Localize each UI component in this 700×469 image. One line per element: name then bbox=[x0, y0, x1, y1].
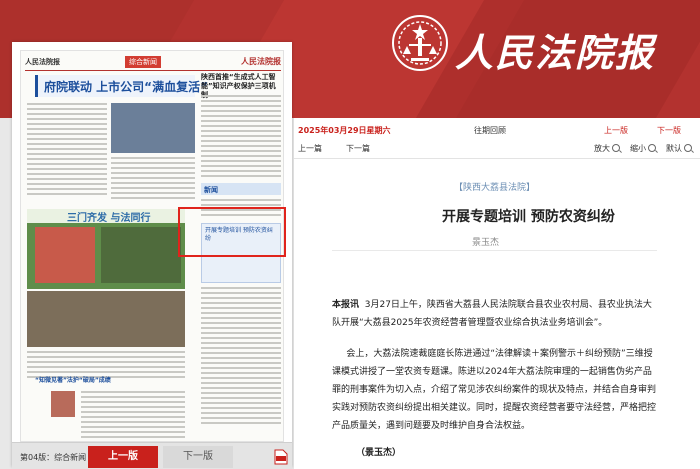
article-paragraph-text: 会上，大荔法院速裁庭庭长陈进通过“法律解读＋案例警示＋纠纷预防”三维授课模式讲授… bbox=[332, 349, 657, 431]
article-signature: （景玉杰） bbox=[356, 448, 402, 458]
issue-date: 2025年03月29日星期六 bbox=[298, 126, 391, 135]
section-title[interactable]: 三门齐发 与法同行 bbox=[27, 209, 185, 224]
text-block bbox=[27, 103, 107, 198]
edition-label[interactable]: 第04版：综合新闻 bbox=[20, 452, 86, 463]
article-paragraph: 本报讯 3月27日上午，陕西省大荔县人民法院联合县农业农村局、县农业执法大队开展… bbox=[332, 296, 657, 332]
default-size-button[interactable]: 默认 bbox=[666, 143, 692, 154]
article-title: 开展专题培训 预防农资纠纷 bbox=[442, 209, 615, 225]
bottom-headline[interactable]: “知微见著”法护“破局”成绩 bbox=[35, 375, 111, 384]
news-photo[interactable] bbox=[111, 103, 195, 153]
prev-edition-link[interactable]: 上一版 bbox=[604, 125, 628, 136]
zoom-out-button[interactable]: 缩小 bbox=[630, 143, 656, 154]
page-headline[interactable]: 府院联动 上市公司“满血复活” bbox=[35, 75, 208, 97]
page-navigation-bar: 第04版：综合新闻 上一版 下一版 bbox=[12, 442, 292, 469]
column-tag: 【陕西大荔县法院】 bbox=[454, 183, 536, 193]
prev-article-link[interactable]: 上一篇 bbox=[298, 143, 322, 154]
title-divider bbox=[332, 250, 657, 251]
masthead-rule bbox=[25, 70, 281, 71]
prev-edition-button[interactable]: 上一版 bbox=[88, 446, 158, 468]
zoom-in-button[interactable]: 放大 bbox=[594, 143, 620, 154]
zoom-out-label: 缩小 bbox=[630, 144, 646, 153]
default-size-label: 默认 bbox=[666, 144, 682, 153]
court-emblem-icon bbox=[392, 15, 448, 71]
brand-logo[interactable]: 人民法院报 bbox=[455, 22, 655, 77]
zoom-in-icon bbox=[612, 144, 620, 152]
article-panel: 2025年03月29日星期六 往期回顾 上一版 下一版 上一篇 下一篇 放大 缩… bbox=[294, 118, 700, 469]
zoom-in-label: 放大 bbox=[594, 144, 610, 153]
article-author: 景玉杰 bbox=[472, 238, 500, 248]
next-edition-button[interactable]: 下一版 bbox=[163, 446, 233, 468]
masthead-left: 人民法院报 bbox=[25, 58, 60, 66]
masthead-right: 人民法院报 bbox=[241, 56, 281, 66]
pdf-icon[interactable] bbox=[274, 449, 288, 465]
text-block bbox=[111, 157, 195, 202]
selected-article-highlight[interactable] bbox=[178, 207, 286, 257]
toolbar-divider bbox=[294, 158, 700, 159]
portrait-photo[interactable] bbox=[51, 391, 75, 417]
default-size-icon bbox=[684, 144, 692, 152]
article-paragraph-text: 3月27日上午，陕西省大荔县人民法院联合县农业农村局、县农业执法大队开展“大荔县… bbox=[332, 300, 652, 328]
news-photo[interactable] bbox=[101, 227, 181, 283]
news-photo[interactable] bbox=[27, 291, 185, 347]
news-photo[interactable] bbox=[35, 227, 95, 283]
next-edition-link[interactable]: 下一版 bbox=[657, 125, 681, 136]
article-paragraph: 会上，大荔法院速裁庭庭长陈进通过“法律解读＋案例警示＋纠纷预防”三维授课模式讲授… bbox=[332, 345, 657, 435]
masthead-section: 综合新闻 bbox=[125, 56, 161, 68]
page-masthead: 人民法院报 综合新闻 人民法院报 bbox=[25, 55, 281, 69]
zoom-out-icon bbox=[648, 144, 656, 152]
text-block bbox=[201, 95, 281, 180]
article-lead: 本报讯 bbox=[332, 300, 360, 310]
text-block bbox=[201, 287, 281, 427]
next-article-link[interactable]: 下一篇 bbox=[346, 143, 370, 154]
column-banner: 新闻 bbox=[201, 183, 281, 195]
article-toolbar: 上一篇 下一篇 放大 缩小 默认 bbox=[294, 140, 700, 156]
text-block bbox=[81, 391, 185, 441]
past-issues-link[interactable]: 往期回顾 bbox=[474, 125, 506, 136]
